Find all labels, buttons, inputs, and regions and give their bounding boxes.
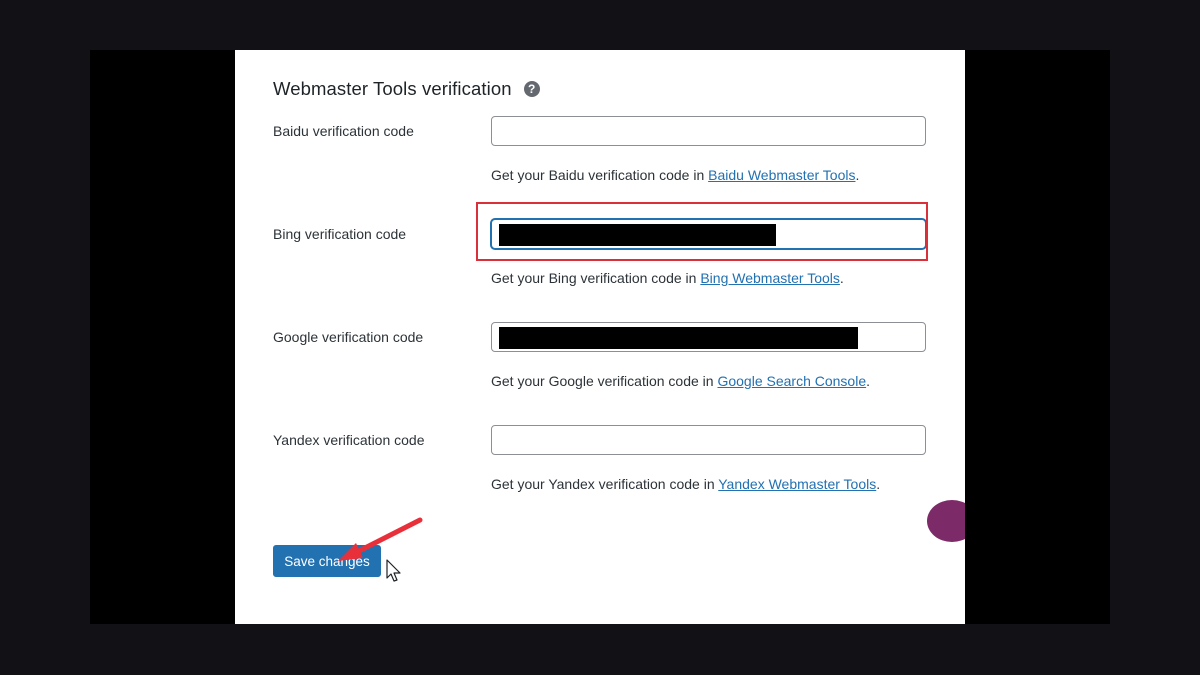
bing-label: Bing verification code [273, 226, 407, 242]
bing-highlight-box [476, 202, 928, 261]
google-redaction-bar [499, 327, 858, 349]
question-mark-icon[interactable]: ? [523, 81, 540, 97]
floating-widget-edge[interactable] [927, 500, 965, 542]
save-changes-button[interactable]: Save changes [273, 545, 381, 577]
baidu-label: Baidu verification code [273, 123, 414, 139]
yandex-help-text: Get your Yandex verification code in Yan… [491, 476, 881, 492]
yandex-label: Yandex verification code [273, 432, 425, 448]
baidu-verification-input[interactable] [491, 116, 926, 146]
google-help-text: Get your Google verification code in Goo… [491, 373, 871, 389]
baidu-webmaster-tools-link[interactable]: Baidu Webmaster Tools [708, 167, 855, 183]
google-label: Google verification code [273, 329, 424, 345]
section-header: Webmaster Tools verification ? [273, 78, 540, 100]
section-title: Webmaster Tools verification [273, 78, 512, 99]
google-search-console-link[interactable]: Google Search Console [717, 373, 866, 389]
baidu-help-text: Get your Baidu verification code in Baid… [491, 167, 860, 183]
yandex-webmaster-tools-link[interactable]: Yandex Webmaster Tools [718, 476, 876, 492]
bing-webmaster-tools-link[interactable]: Bing Webmaster Tools [700, 270, 840, 286]
bing-help-text: Get your Bing verification code in Bing … [491, 270, 844, 286]
yandex-verification-input[interactable] [491, 425, 926, 455]
settings-panel: Webmaster Tools verification ? Baidu ver… [235, 50, 965, 624]
mouse-cursor-icon [386, 559, 401, 582]
